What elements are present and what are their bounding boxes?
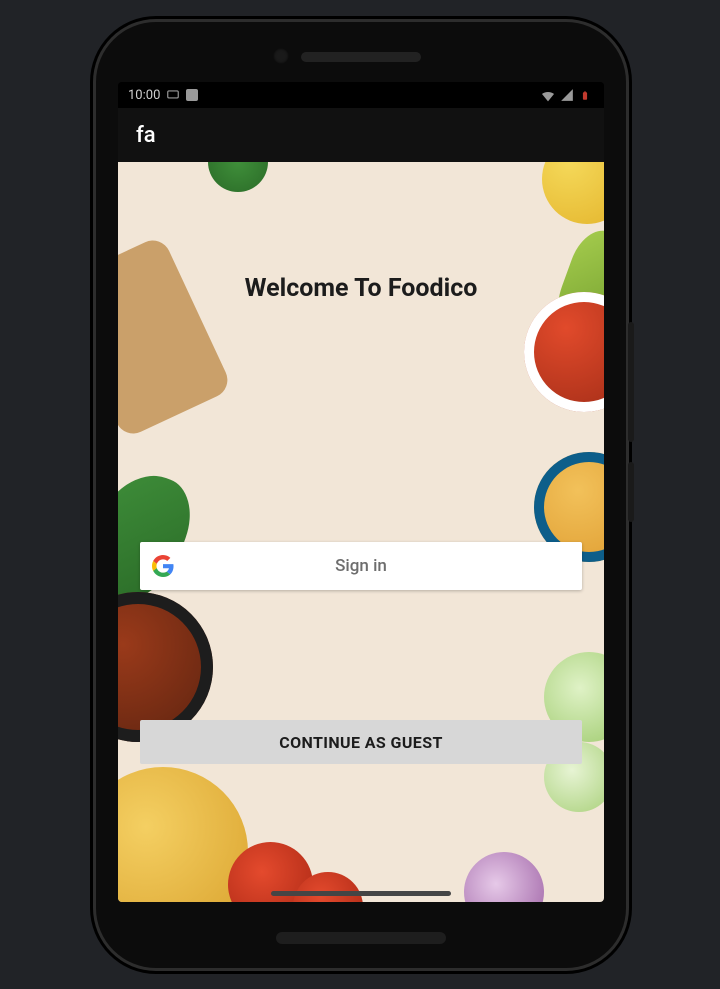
food-decoration [542, 162, 604, 224]
power-button [628, 462, 634, 522]
food-decoration [118, 461, 203, 614]
wifi-icon [540, 88, 554, 102]
cast-icon [166, 88, 180, 102]
volume-button [628, 322, 634, 442]
phone-frame: 10:00 fa [96, 22, 626, 968]
continue-as-guest-button[interactable]: CONTINUE AS GUEST [140, 720, 582, 764]
status-bar: 10:00 [118, 82, 604, 108]
status-time: 10:00 [128, 88, 160, 103]
welcome-screen: Welcome To Foodico Sign in CONTINUE AS G… [118, 162, 604, 902]
food-decoration [524, 292, 604, 412]
signin-label: Sign in [140, 556, 582, 576]
sd-card-icon [186, 89, 198, 101]
home-indicator[interactable] [271, 891, 451, 896]
phone-camera [273, 48, 289, 64]
app-title: fa [136, 123, 156, 148]
signal-icon [560, 88, 574, 102]
food-decoration [464, 852, 544, 902]
google-signin-button[interactable]: Sign in [140, 542, 582, 590]
food-decoration [118, 235, 233, 440]
guest-label: CONTINUE AS GUEST [279, 733, 443, 752]
phone-speaker [301, 52, 421, 62]
food-decoration [208, 162, 268, 192]
welcome-heading: Welcome To Foodico [118, 274, 604, 303]
phone-bottom-speaker [276, 932, 446, 944]
screen: 10:00 fa [118, 82, 604, 902]
app-bar: fa [118, 108, 604, 162]
battery-icon [580, 88, 594, 102]
